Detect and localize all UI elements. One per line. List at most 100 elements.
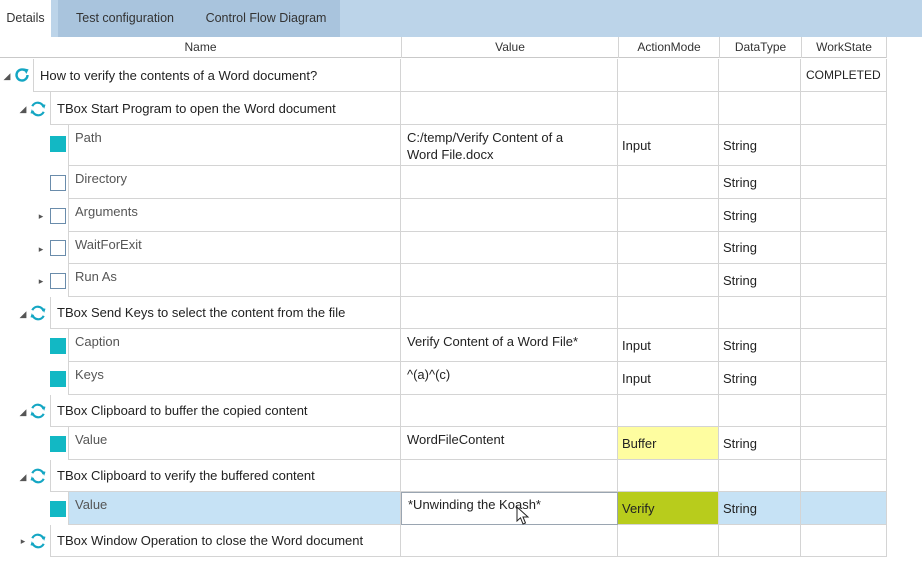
row-value-cell[interactable] — [401, 460, 618, 492]
tab-control-flow-diagram[interactable]: Control Flow Diagram — [192, 0, 340, 37]
column-header-work-state[interactable]: WorkState — [801, 37, 887, 58]
row-data-type-cell — [719, 395, 801, 427]
action-mode-cell[interactable] — [618, 166, 719, 199]
data-type-cell: String — [719, 199, 801, 232]
action-mode-cell[interactable]: Input — [618, 125, 719, 166]
param-row-path[interactable]: Path C:/temp/Verify Content of a Word Fi… — [0, 125, 887, 166]
row-value-cell[interactable] — [401, 297, 618, 329]
data-type-value: String — [723, 137, 757, 153]
expand-arrow-icon[interactable]: ▸ — [36, 244, 46, 254]
checkbox-empty-icon[interactable] — [50, 175, 66, 191]
param-value-cell[interactable]: C:/temp/Verify Content of a Word File.do… — [401, 125, 618, 166]
work-state-cell: COMPLETED — [801, 59, 887, 92]
data-type-value: String — [723, 272, 757, 288]
work-state-cell — [801, 232, 887, 264]
checkbox-checked-icon[interactable] — [50, 436, 66, 452]
tree-row-root[interactable]: ◢ How to verify the contents of a Word d… — [0, 59, 887, 92]
expand-arrow-icon[interactable]: ▸ — [36, 211, 46, 221]
tree-row-send-keys[interactable]: ◢ TBox Send Keys to select the content f… — [0, 297, 887, 329]
checkbox-checked-icon[interactable] — [50, 136, 66, 152]
data-type-cell: String — [719, 427, 801, 460]
param-name-cell: Caption — [68, 329, 401, 362]
refresh-icon — [15, 68, 29, 82]
row-action-mode-cell[interactable] — [618, 460, 719, 492]
row-value-cell[interactable] — [401, 395, 618, 427]
work-state-cell — [801, 492, 887, 525]
param-value-cell[interactable] — [401, 264, 618, 297]
action-mode-cell[interactable]: Buffer — [618, 427, 719, 460]
row-name-cell: TBox Clipboard to verify the buffered co… — [50, 460, 401, 492]
collapse-arrow-icon[interactable]: ◢ — [18, 309, 28, 319]
row-data-type-cell — [719, 297, 801, 329]
action-mode-cell[interactable] — [618, 232, 719, 264]
collapse-arrow-icon[interactable]: ◢ — [18, 104, 28, 114]
row-action-mode-cell[interactable] — [618, 92, 719, 125]
tab-test-configuration[interactable]: Test configuration — [58, 0, 192, 37]
action-mode-value: Input — [622, 370, 651, 386]
row-action-mode-cell[interactable] — [618, 395, 719, 427]
expand-arrow-icon[interactable]: ▸ — [18, 536, 28, 546]
work-state-cell — [801, 297, 887, 329]
checkbox-empty-icon[interactable] — [50, 240, 66, 256]
work-state-cell — [801, 395, 887, 427]
action-mode-cell[interactable]: Input — [618, 362, 719, 395]
param-row-value-buffer[interactable]: Value WordFileContent Buffer String — [0, 427, 887, 460]
tree-row-start-program[interactable]: ◢ TBox Start Program to open the Word do… — [0, 92, 887, 125]
action-mode-cell[interactable] — [618, 199, 719, 232]
work-state-cell — [801, 329, 887, 362]
row-name-cell: TBox Start Program to open the Word docu… — [50, 92, 401, 125]
refresh-icon — [30, 305, 46, 321]
tree-row-window-operation[interactable]: ▸ TBox Window Operation to close the Wor… — [0, 525, 887, 557]
param-row-run-as[interactable]: ▸ Run As String — [0, 264, 887, 297]
tree-row-clipboard-buffer[interactable]: ◢ TBox Clipboard to buffer the copied co… — [0, 395, 887, 427]
param-value-cell[interactable] — [401, 232, 618, 264]
row-value-cell[interactable] — [401, 59, 618, 92]
param-name-cell: Value — [68, 427, 401, 460]
tree-row-clipboard-verify[interactable]: ◢ TBox Clipboard to verify the buffered … — [0, 460, 887, 492]
expand-arrow-icon[interactable]: ▸ — [36, 276, 46, 286]
collapse-arrow-icon[interactable]: ◢ — [18, 472, 28, 482]
param-row-value-verify[interactable]: Value *Unwinding the Koash* Verify Strin… — [0, 492, 887, 525]
checkbox-checked-icon[interactable] — [50, 338, 66, 354]
param-row-arguments[interactable]: ▸ Arguments String — [0, 199, 887, 232]
action-mode-value: Input — [622, 137, 651, 153]
work-state-value: COMPLETED — [806, 68, 881, 82]
param-row-waitforexit[interactable]: ▸ WaitForExit String — [0, 232, 887, 264]
collapse-arrow-icon[interactable]: ◢ — [18, 407, 28, 417]
param-name-cell: Path — [68, 125, 401, 166]
tab-details[interactable]: Details — [0, 0, 51, 37]
param-value-editor[interactable]: *Unwinding the Koash* — [401, 492, 618, 525]
param-value-cell[interactable] — [401, 166, 618, 199]
param-row-caption[interactable]: Caption Verify Content of a Word File* I… — [0, 329, 887, 362]
checkbox-checked-icon[interactable] — [50, 501, 66, 517]
param-name-cell: Keys — [68, 362, 401, 395]
column-header-name[interactable]: Name — [0, 37, 401, 58]
action-mode-cell[interactable] — [618, 264, 719, 297]
param-value-cell[interactable]: ^(a)^(c) — [401, 362, 618, 395]
row-action-mode-cell[interactable] — [618, 525, 719, 557]
row-name: TBox Clipboard to verify the buffered co… — [57, 468, 315, 483]
param-name: Arguments — [75, 204, 138, 219]
column-header-action-mode[interactable]: ActionMode — [618, 37, 719, 58]
param-value-cell[interactable]: Verify Content of a Word File* — [401, 329, 618, 362]
checkbox-checked-icon[interactable] — [50, 371, 66, 387]
param-value-cell[interactable]: WordFileContent — [401, 427, 618, 460]
param-row-directory[interactable]: Directory String — [0, 166, 887, 199]
collapse-arrow-icon[interactable]: ◢ — [2, 71, 12, 81]
row-action-mode-cell[interactable] — [618, 59, 719, 92]
row-action-mode-cell[interactable] — [618, 297, 719, 329]
data-type-cell: String — [719, 362, 801, 395]
column-header-data-type[interactable]: DataType — [719, 37, 801, 58]
row-name-cell: TBox Clipboard to buffer the copied cont… — [50, 395, 401, 427]
column-header-value[interactable]: Value — [401, 37, 618, 58]
action-mode-cell[interactable]: Verify — [618, 492, 719, 525]
param-name: Caption — [75, 334, 120, 349]
row-value-cell[interactable] — [401, 92, 618, 125]
param-row-keys[interactable]: Keys ^(a)^(c) Input String — [0, 362, 887, 395]
param-value-cell[interactable] — [401, 199, 618, 232]
work-state-cell — [801, 166, 887, 199]
row-value-cell[interactable] — [401, 525, 618, 557]
checkbox-empty-icon[interactable] — [50, 273, 66, 289]
action-mode-cell[interactable]: Input — [618, 329, 719, 362]
checkbox-empty-icon[interactable] — [50, 208, 66, 224]
